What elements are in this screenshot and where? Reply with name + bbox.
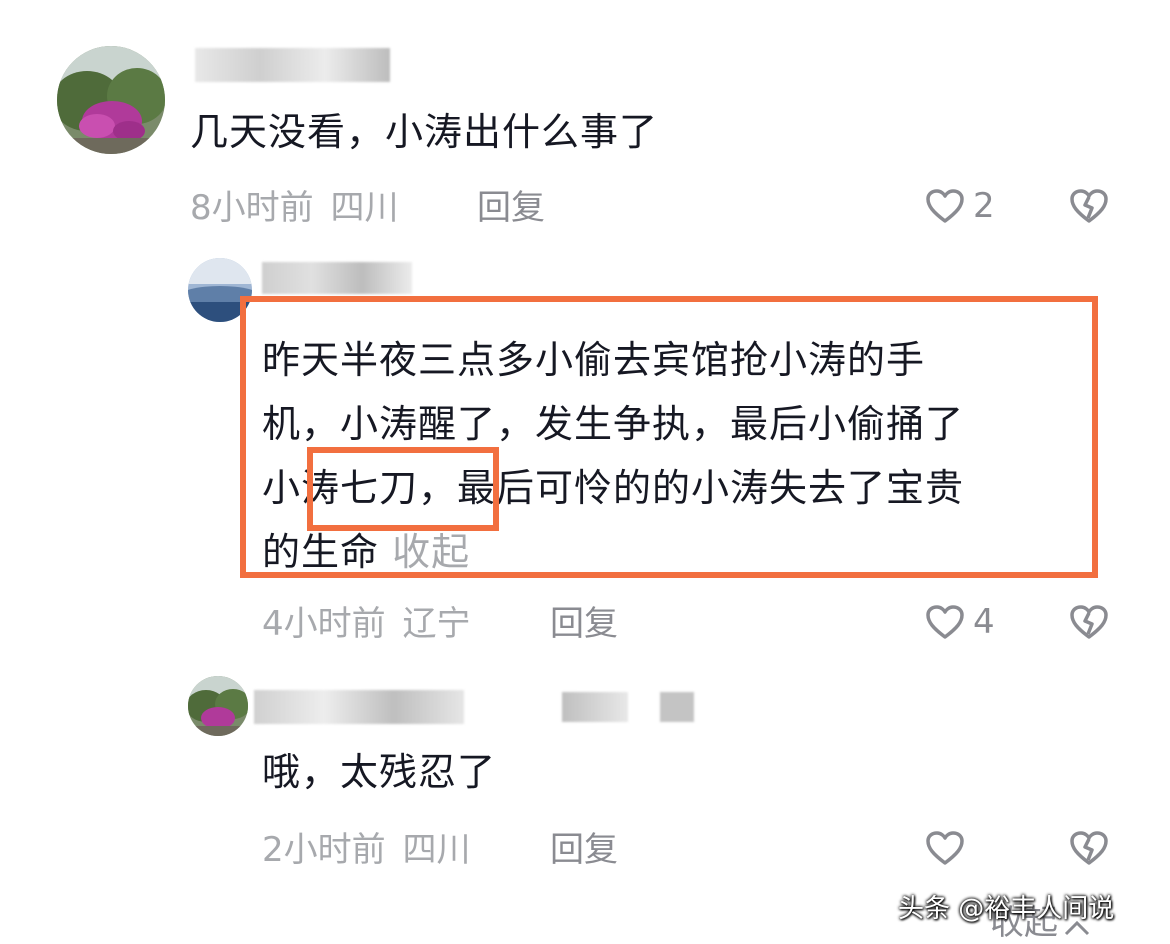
reply-button[interactable]: 回复	[550, 596, 618, 645]
comment-location: 四川	[402, 830, 471, 870]
highlight-box-outer	[240, 296, 1098, 578]
comment-time-value: 2小时前	[262, 830, 386, 870]
comment-time-value: 8小时前	[190, 188, 314, 228]
username-redacted	[562, 692, 628, 722]
like-count: 2	[973, 186, 995, 226]
avatar[interactable]	[57, 46, 165, 154]
comment-time: 4小时前 辽宁	[262, 596, 470, 645]
highlight-box-inner	[307, 447, 499, 531]
avatar[interactable]	[188, 676, 248, 736]
heart-outline-icon[interactable]	[925, 188, 965, 224]
like-count: 4	[973, 602, 995, 642]
heart-outline-icon[interactable]	[925, 604, 965, 640]
comment-location: 四川	[330, 188, 399, 228]
reply-button[interactable]: 回复	[550, 822, 618, 871]
comment-text: 哦，太残忍了	[262, 750, 497, 794]
broken-heart-icon[interactable]	[1068, 188, 1110, 224]
username-redacted	[195, 48, 390, 82]
heart-outline-icon[interactable]	[925, 830, 965, 866]
username-redacted	[262, 262, 412, 294]
comment-time: 2小时前 四川	[262, 822, 470, 871]
broken-heart-icon[interactable]	[1068, 830, 1110, 866]
watermark: 头条 @裕丰人间说	[898, 894, 1115, 924]
comment-text: 几天没看，小涛出什么事了	[190, 110, 659, 154]
comment-time: 8小时前 四川	[190, 180, 398, 229]
broken-heart-icon[interactable]	[1068, 604, 1110, 640]
comment-location: 辽宁	[402, 604, 471, 644]
comment-time-value: 4小时前	[262, 604, 386, 644]
reply-button[interactable]: 回复	[477, 180, 545, 229]
username-redacted	[660, 692, 694, 722]
username-redacted	[254, 690, 464, 724]
